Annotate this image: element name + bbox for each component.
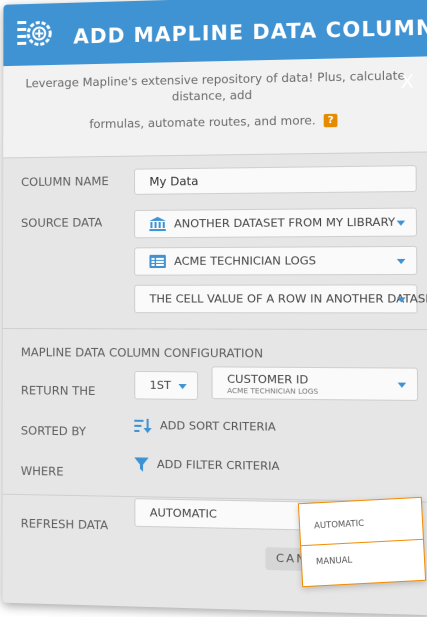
source-select[interactable]: ANOTHER DATASET FROM MY LIBRARY (134, 207, 418, 239)
help-icon[interactable]: ? (323, 113, 338, 128)
cell-value: THE CELL VALUE OF A ROW IN ANOTHER DATAS… (149, 292, 427, 306)
divider (2, 328, 427, 331)
menu-option-manual[interactable]: MANUAL (316, 556, 353, 568)
add-sort-label: ADD SORT CRITERIA (159, 418, 276, 434)
menu-option-automatic[interactable]: AUTOMATIC (314, 519, 365, 532)
where-label: WHERE (20, 463, 64, 479)
chevron-down-icon (178, 383, 187, 390)
chevron-down-icon (397, 297, 406, 303)
sort-icon (134, 418, 152, 434)
add-sort-button[interactable]: ADD SORT CRITERIA (134, 418, 276, 435)
dataset-value: ACME TECHNICIAN LOGS (174, 254, 317, 268)
intro-text: Leverage Mapline's extensive repository … (3, 56, 427, 158)
chevron-down-icon (396, 258, 406, 265)
ordinal-value: 1ST (149, 378, 171, 393)
source-value: ANOTHER DATASET FROM MY LIBRARY (174, 215, 396, 231)
chevron-down-icon (396, 220, 406, 226)
sort-label: SORTED BY (20, 423, 86, 439)
library-icon (149, 216, 166, 232)
config-heading: MAPLINE DATA COLUMN CONFIGURATION (20, 345, 264, 361)
ordinal-select[interactable]: 1ST (134, 370, 199, 400)
return-label: RETURN THE (20, 383, 96, 399)
intro-line-1: Leverage Mapline's extensive repository … (25, 68, 406, 104)
dataset-select[interactable]: ACME TECHNICIAN LOGS (134, 245, 418, 276)
return-field-source: ACME TECHNICIAN LOGS (227, 386, 319, 396)
dialog-title: ADD MAPLINE DATA COLUMN (73, 14, 427, 49)
close-icon: X (400, 71, 415, 94)
chevron-down-icon (397, 382, 407, 388)
refresh-dropdown-menu: AUTOMATIC MANUAL (297, 496, 427, 588)
menu-divider (301, 538, 423, 547)
intro-line-2: formulas, automate routes, and more. (89, 113, 316, 132)
return-field-name: CUSTOMER ID (227, 372, 309, 387)
filter-icon (134, 457, 149, 472)
add-filter-label: ADD FILTER CRITERIA (156, 457, 280, 473)
source-data-label: SOURCE DATA (21, 215, 103, 230)
data-gear-icon (17, 21, 52, 46)
add-filter-button[interactable]: ADD FILTER CRITERIA (134, 457, 279, 474)
column-name-value: My Data (149, 173, 199, 189)
refresh-value: AUTOMATIC (149, 506, 217, 521)
table-icon (149, 254, 166, 269)
column-name-label: COLUMN NAME (21, 174, 109, 190)
dialog-header: ADD MAPLINE DATA COLUMN (3, 0, 427, 67)
column-name-input[interactable]: My Data (134, 165, 417, 195)
refresh-label: REFRESH DATA (20, 516, 109, 533)
cell-value-select[interactable]: THE CELL VALUE OF A ROW IN ANOTHER DATAS… (134, 284, 427, 314)
return-field-select[interactable]: CUSTOMER ID ACME TECHNICIAN LOGS (211, 366, 419, 402)
return-field: CUSTOMER ID ACME TECHNICIAN LOGS (227, 373, 318, 396)
close-button[interactable]: X (401, 71, 414, 93)
